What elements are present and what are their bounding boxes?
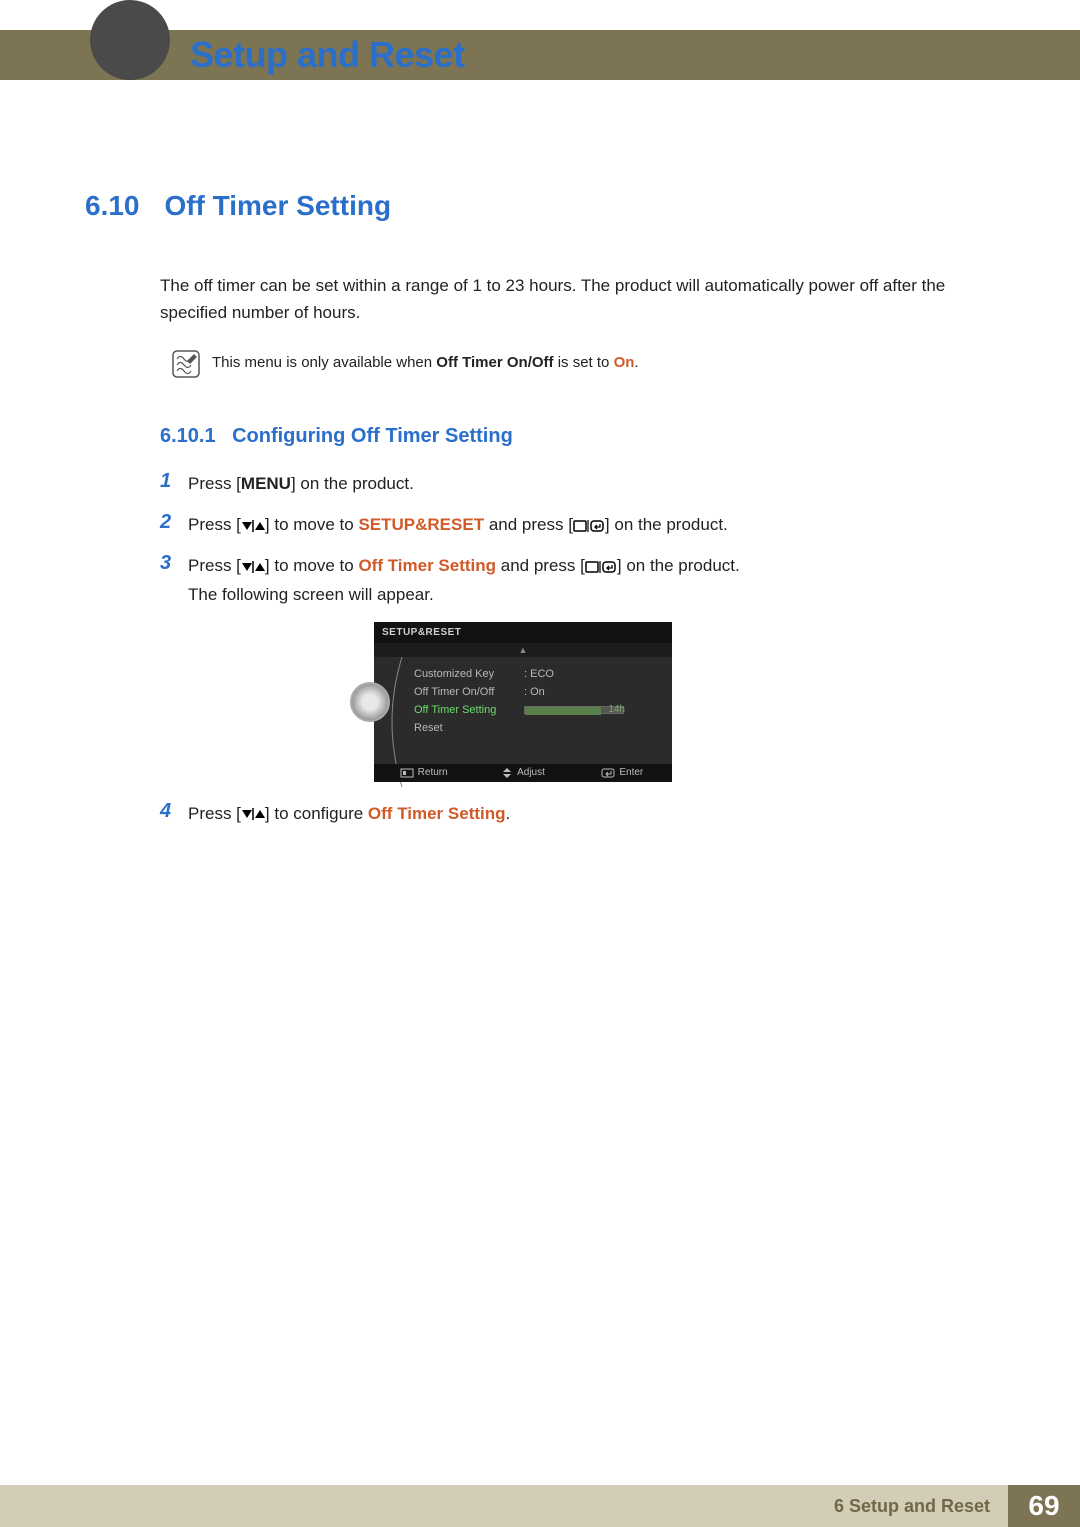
- osd-slider-value: 14h: [608, 701, 625, 719]
- chapter-badge: [90, 0, 170, 80]
- section-description: The off timer can be set within a range …: [160, 272, 995, 326]
- note-text-mid: is set to: [554, 354, 614, 371]
- page-root: Setup and Reset 6.10 Off Timer Setting T…: [0, 0, 1080, 1527]
- box-enter-icon: [573, 519, 605, 533]
- down-up-icon: [241, 519, 265, 533]
- subsection-title: Configuring Off Timer Setting: [232, 425, 513, 447]
- off-timer-label: Off Timer Setting: [358, 556, 496, 575]
- down-up-icon: [241, 560, 265, 574]
- step-3: 3 Press [] to move to Off Timer Setting …: [160, 552, 995, 610]
- note-text: This menu is only available when Off Tim…: [212, 348, 639, 380]
- note-icon: [170, 348, 202, 380]
- box-enter-icon: [585, 560, 617, 574]
- chapter-title: Setup and Reset: [190, 34, 465, 76]
- osd-slider-fill: [525, 707, 601, 715]
- osd-screenshot: SETUP&RESET ▲ Customized Key : ECO Off T…: [350, 622, 995, 782]
- osd-footer-enter: Enter: [573, 764, 672, 782]
- osd-title: SETUP&RESET: [374, 622, 672, 643]
- section-number: 6.10: [85, 190, 160, 222]
- step-1: 1 Press [MENU] on the product.: [160, 470, 995, 499]
- main-content: 6.10 Off Timer Setting The off timer can…: [85, 190, 995, 841]
- steps-list: 1 Press [MENU] on the product. 2 Press […: [160, 470, 995, 828]
- step-text: Press [] to move to SETUP&RESET and pres…: [188, 511, 995, 540]
- osd-footer-adjust: Adjust: [473, 764, 572, 782]
- note-text-suffix: .: [634, 354, 638, 371]
- osd-scroll-up-icon: ▲: [374, 643, 672, 657]
- page-footer: 6 Setup and Reset 69: [0, 1485, 1080, 1527]
- section-heading: 6.10 Off Timer Setting: [85, 190, 995, 222]
- step-4: 4 Press [] to configure Off Timer Settin…: [160, 800, 995, 829]
- osd-slider: 14h: [524, 706, 624, 714]
- subsection-heading: 6.10.1 Configuring Off Timer Setting: [160, 425, 995, 448]
- adjust-icon: [501, 768, 513, 778]
- osd-footer: Return Adjust Enter: [374, 764, 672, 782]
- menu-button-label: MENU: [241, 474, 291, 493]
- page-number: 69: [1008, 1485, 1080, 1527]
- step-text-extra: The following screen will appear.: [188, 585, 434, 604]
- note-row: This menu is only available when Off Tim…: [170, 348, 995, 380]
- step-text: Press [MENU] on the product.: [188, 470, 995, 499]
- setup-reset-label: SETUP&RESET: [358, 515, 484, 534]
- osd-row-off-timer-setting: Off Timer Setting 14h: [414, 701, 664, 719]
- footer-chapter-label: 6 Setup and Reset: [0, 1485, 1008, 1527]
- down-up-icon: [241, 807, 265, 821]
- step-text: Press [] to configure Off Timer Setting.: [188, 800, 995, 829]
- osd-footer-return: Return: [374, 764, 473, 782]
- off-timer-label: Off Timer Setting: [368, 804, 506, 823]
- osd-row-reset: Reset: [414, 719, 664, 737]
- enter-icon: [601, 768, 615, 778]
- subsection-number: 6.10.1: [160, 425, 216, 447]
- step-number: 2: [160, 511, 188, 534]
- jog-dial-icon: [350, 682, 390, 722]
- step-number: 3: [160, 552, 188, 575]
- osd-panel: SETUP&RESET ▲ Customized Key : ECO Off T…: [374, 622, 672, 782]
- step-2: 2 Press [] to move to SETUP&RESET and pr…: [160, 511, 995, 540]
- step-number: 4: [160, 800, 188, 823]
- osd-row-off-timer-onoff: Off Timer On/Off : On: [414, 683, 664, 701]
- step-text: Press [] to move to Off Timer Setting an…: [188, 552, 995, 610]
- osd-row-customized-key: Customized Key : ECO: [414, 665, 664, 683]
- note-key: Off Timer On/Off: [436, 354, 553, 371]
- return-icon: [400, 768, 414, 778]
- note-text-prefix: This menu is only available when: [212, 354, 436, 371]
- section-title: Off Timer Setting: [164, 190, 391, 222]
- note-value: On: [614, 354, 635, 371]
- step-number: 1: [160, 470, 188, 493]
